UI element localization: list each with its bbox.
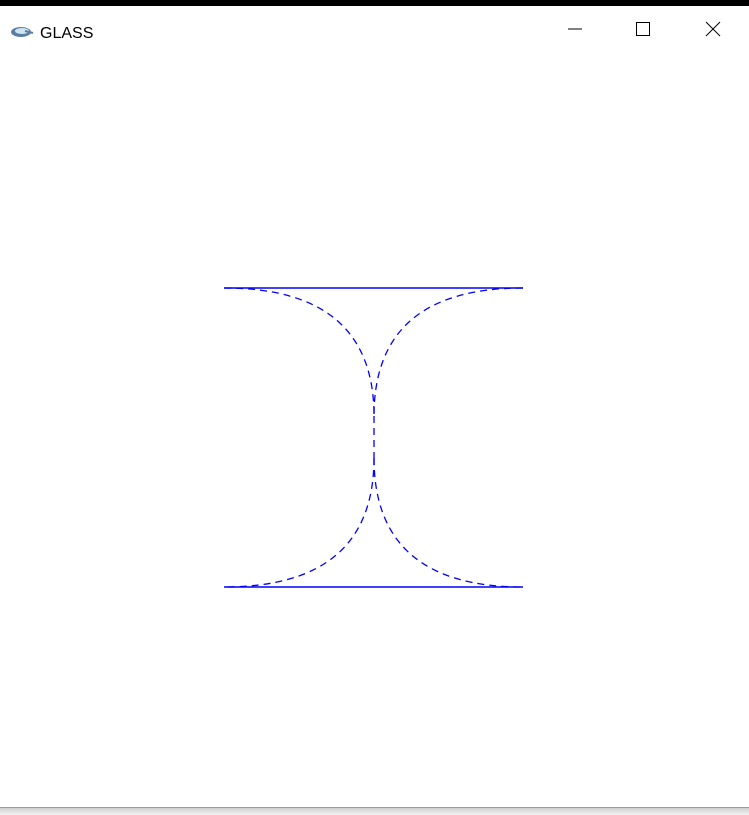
- lower-right-curve: [373, 457, 524, 588]
- glass-window: GLASS: [0, 0, 749, 808]
- lower-left-curve: [223, 457, 375, 588]
- app-icon: [11, 27, 34, 37]
- close-icon: [705, 21, 721, 37]
- minimize-icon: [568, 28, 582, 30]
- maximize-icon: [636, 22, 650, 36]
- title-bar[interactable]: GLASS: [0, 6, 749, 46]
- drawing-canvas: [223, 287, 524, 588]
- upper-left-curve: [223, 287, 375, 417]
- window-title: GLASS: [40, 25, 94, 42]
- close-button[interactable]: [690, 12, 736, 46]
- minimize-button[interactable]: [552, 12, 598, 46]
- maximize-button[interactable]: [620, 12, 666, 46]
- upper-right-curve: [373, 287, 524, 417]
- window-shadow: [0, 808, 749, 815]
